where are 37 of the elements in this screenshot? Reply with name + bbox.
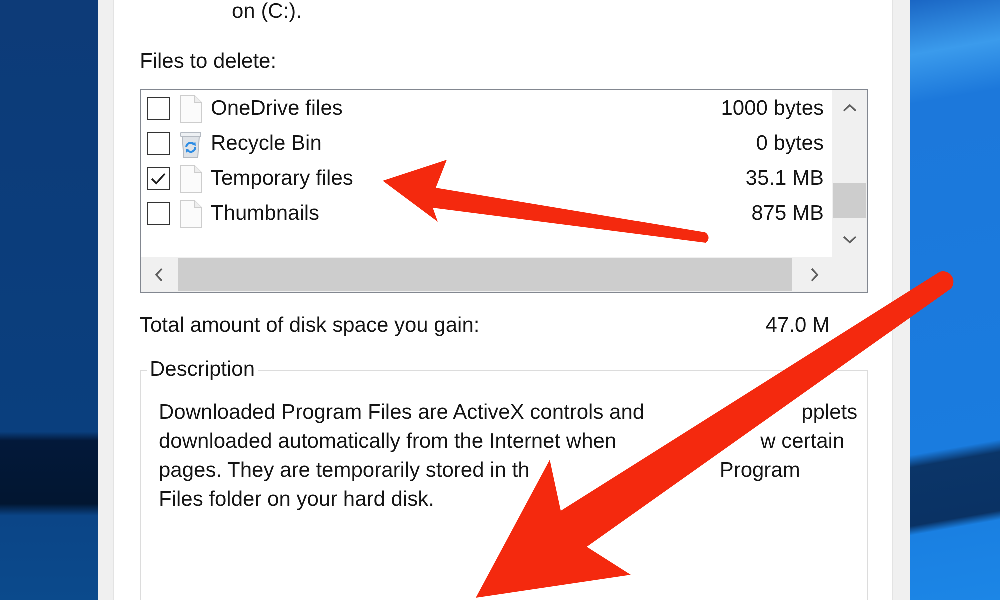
checkbox[interactable] [147,202,170,225]
description-text: Downloaded Program Files are ActiveX controls and [159,400,645,426]
description-text: Program [720,458,800,484]
chevron-left-icon[interactable] [154,268,162,282]
section-label: Files to delete: [140,50,278,74]
description-text: pplets [802,400,858,426]
summary-text: on (C:). [232,0,304,24]
scrollbar-thumb[interactable] [178,258,792,291]
description-text: downloaded automatically from the Internet when [159,429,617,455]
total-label: Total amount of disk space you gain: [140,314,480,338]
scrollbar-thumb[interactable] [833,183,866,218]
description-heading: Description [149,358,256,382]
file-size: 875 MB [752,202,824,226]
file-name: Temporary files [211,166,354,190]
horizontal-scrollbar[interactable] [141,257,832,292]
file-icon [179,94,203,122]
chevron-up-icon[interactable] [842,104,856,112]
vertical-scrollbar[interactable] [832,90,867,257]
file-name: OneDrive files [211,96,343,120]
checkmark-icon [151,172,166,184]
file-name: Recycle Bin [211,132,322,156]
description-text: Files folder on your hard disk. [159,487,434,513]
checkbox[interactable] [147,132,170,155]
total-value: 47.0 M [766,314,830,338]
file-size: 35.1 MB [746,166,824,190]
description-text: w certain [760,429,845,455]
chevron-right-icon[interactable] [810,268,818,282]
file-size: 1000 bytes [721,96,824,120]
recycle-bin-icon [179,130,203,158]
file-name: Thumbnails [211,202,320,226]
file-icon [179,200,203,228]
chevron-down-icon[interactable] [842,236,856,244]
description-text: pages. They are temporarily stored in th [159,458,530,484]
file-size: 0 bytes [756,132,824,156]
checkbox[interactable] [147,97,170,120]
file-icon [179,164,203,192]
checkbox[interactable] [147,167,170,190]
